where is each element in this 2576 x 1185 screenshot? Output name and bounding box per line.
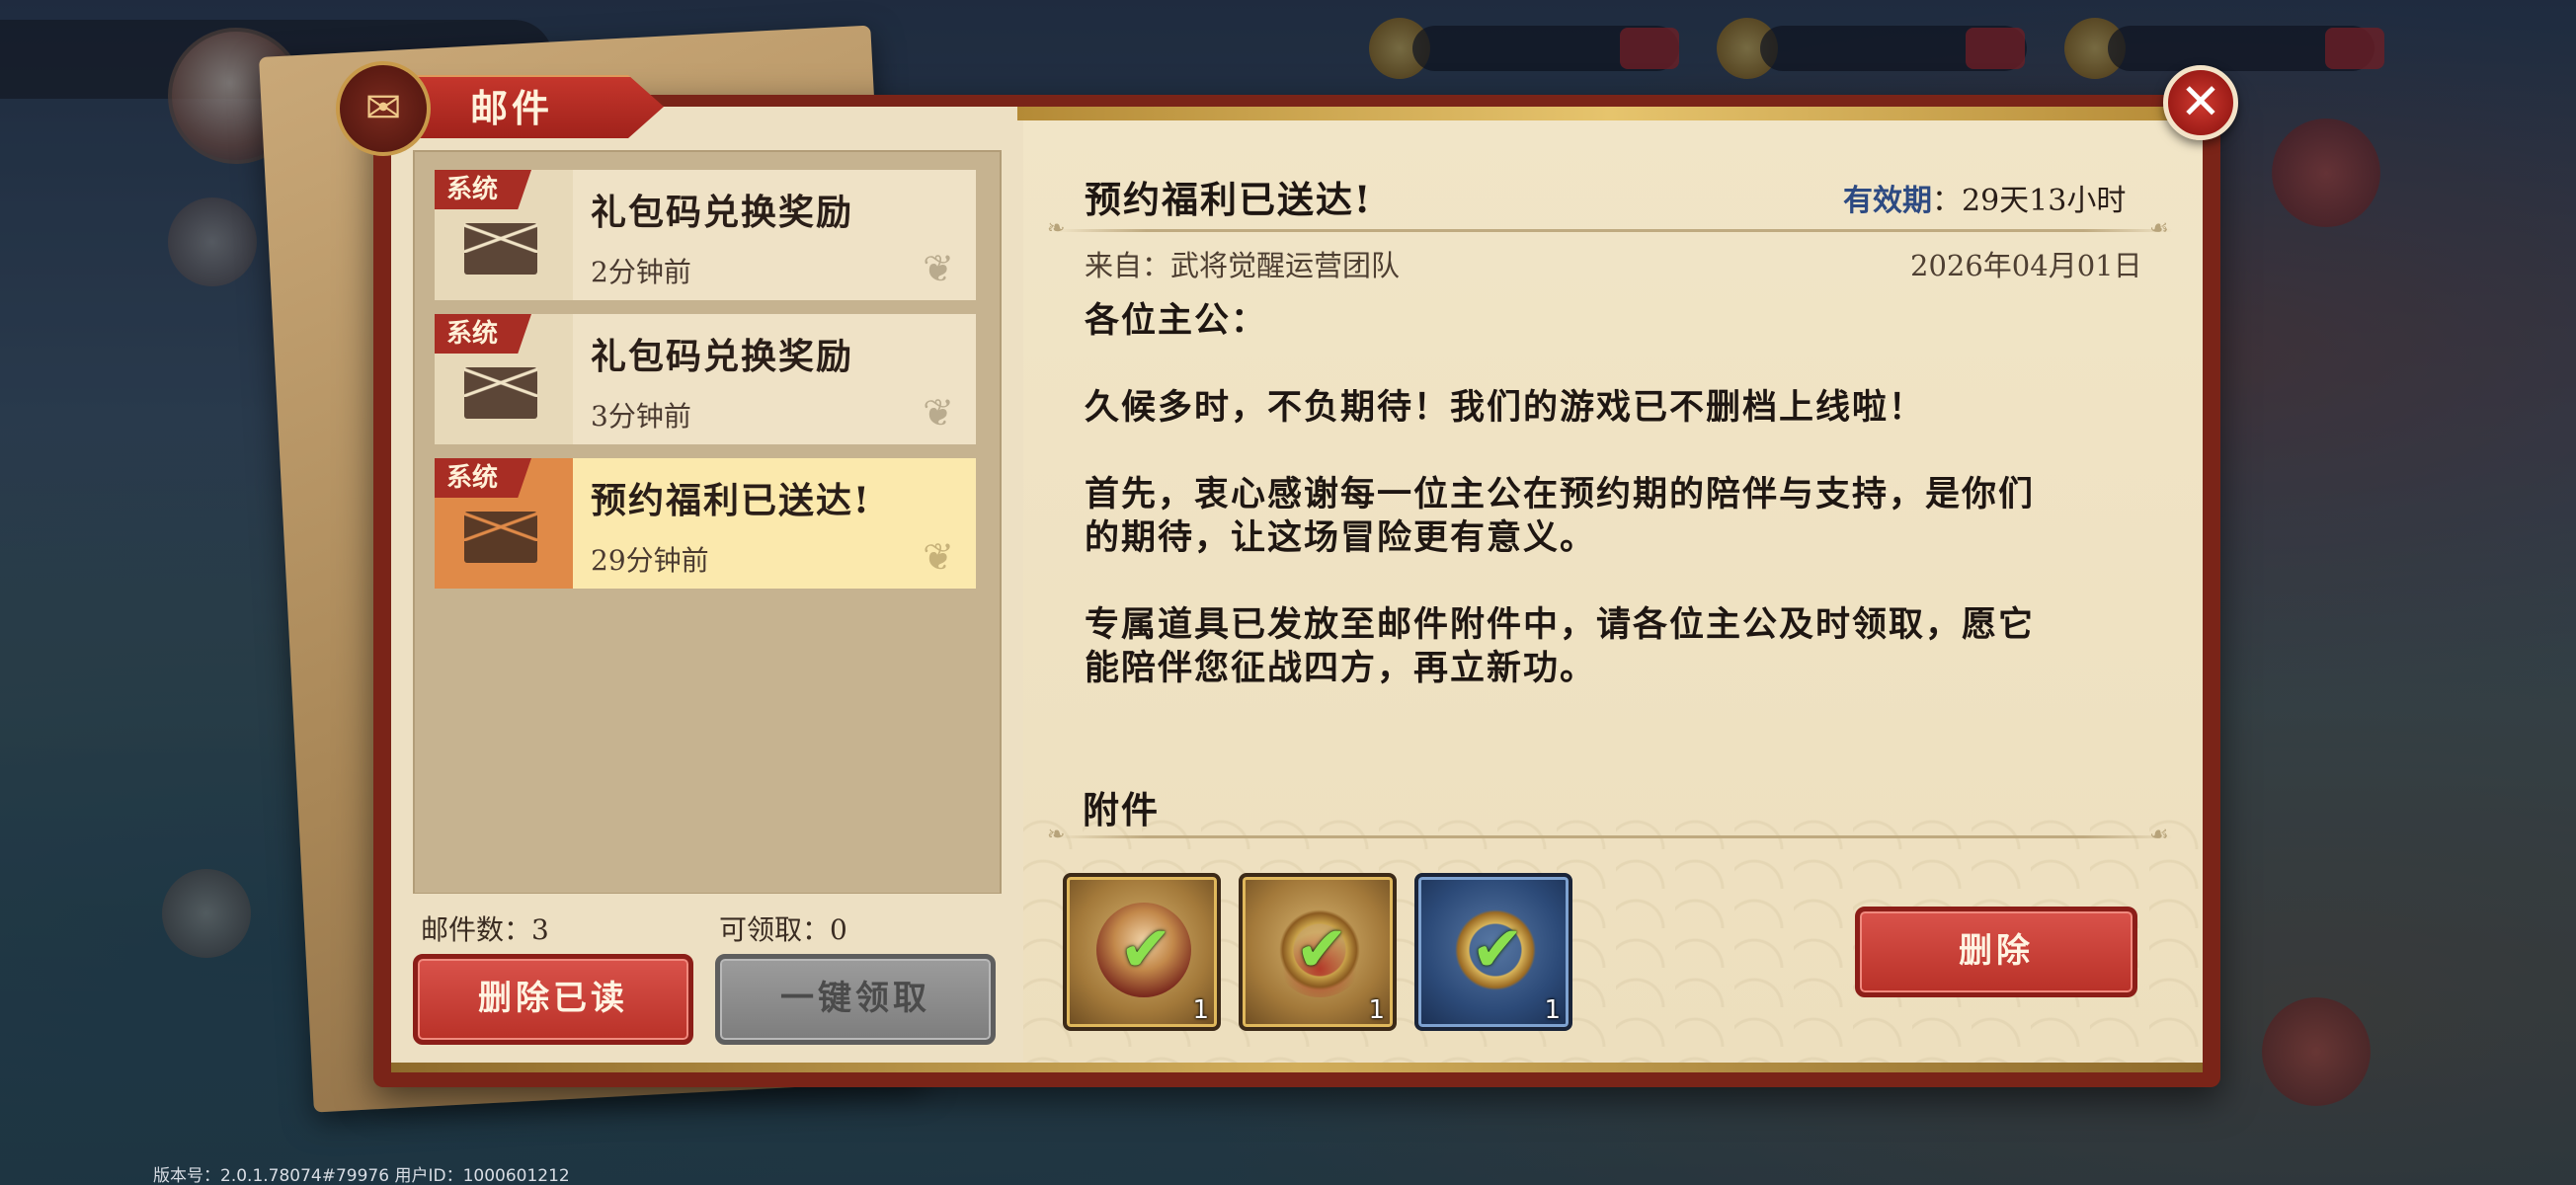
- divider-ornament-icon: ☙: [2149, 823, 2169, 847]
- validity-label: 有效期: [1843, 184, 1932, 218]
- delete-read-button[interactable]: 删除已读: [413, 954, 693, 1045]
- system-tag: 系统: [435, 170, 531, 209]
- divider-ornament-icon: ☙: [2149, 216, 2169, 241]
- claim-all-button[interactable]: 一键领取: [715, 954, 996, 1045]
- mail-title: 礼包码兑换奖励: [591, 336, 854, 377]
- seal-icon: ❦: [923, 247, 954, 290]
- message-subject: 预约福利已送达!: [1085, 178, 1373, 221]
- delete-button[interactable]: 删除: [1855, 907, 2137, 997]
- mail-count: 邮件数：3: [421, 913, 549, 946]
- scroll-icon: ✉: [364, 83, 402, 133]
- mail-list-item[interactable]: 系统 礼包码兑换奖励 3分钟前 ❦: [435, 314, 976, 444]
- mail-icon-area: 系统: [435, 170, 573, 300]
- attachment-slot[interactable]: ✔ 1: [1239, 873, 1397, 1031]
- envelope-icon: [464, 512, 537, 563]
- dialog-top-rail: [1017, 107, 2203, 120]
- envelope-icon: [464, 223, 537, 275]
- validity-period: 有效期：29天13小时: [1843, 176, 2126, 219]
- item-count: 1: [1368, 995, 1385, 1025]
- system-tag: 系统: [435, 458, 531, 498]
- validity-value: ：29天13小时: [1932, 184, 2127, 218]
- system-tag: 系统: [435, 314, 531, 354]
- dialog-bottom-rail: [391, 1063, 2203, 1072]
- mail-title: 礼包码兑换奖励: [591, 192, 854, 233]
- divider-ornament-icon: ❧: [1047, 216, 1066, 241]
- attachment-heading: 附件: [1083, 788, 1160, 831]
- mail-icon-area: 系统: [435, 458, 573, 589]
- mail-time: 2分钟前: [591, 256, 691, 288]
- attachment-slot[interactable]: ✔ 1: [1414, 873, 1572, 1031]
- item-count: 1: [1544, 995, 1561, 1025]
- close-button[interactable]: ✕: [2163, 65, 2238, 140]
- claimed-check-icon: ✔: [1119, 913, 1172, 987]
- message-greeting: 各位主公：: [1085, 300, 1268, 341]
- seal-icon: ❦: [923, 391, 954, 434]
- mail-title: 预约福利已送达!: [591, 480, 871, 521]
- envelope-icon: [464, 367, 537, 419]
- dialog-title: 邮件: [470, 86, 554, 130]
- mail-list-item[interactable]: 系统 礼包码兑换奖励 2分钟前 ❦: [435, 170, 976, 300]
- claimable-count: 可领取：0: [719, 913, 847, 946]
- message-sender: 来自：武将觉醒运营团队: [1085, 249, 1401, 282]
- attachment-slot[interactable]: ✔ 1: [1063, 873, 1221, 1031]
- mail-time: 3分钟前: [591, 400, 691, 433]
- claimed-check-icon: ✔: [1295, 913, 1348, 987]
- message-date: 2026年04月01日: [1910, 249, 2142, 282]
- divider-ornament-icon: ❧: [1047, 823, 1066, 847]
- attachment-divider: [1057, 835, 2173, 838]
- version-label: 版本号：2.0.1.78074#79976 用户ID：1000601212: [153, 1166, 570, 1185]
- claimed-check-icon: ✔: [1471, 913, 1524, 987]
- mail-icon-area: 系统: [435, 314, 573, 444]
- message-body-line: 久候多时，不负期待！我们的游戏已不删档上线啦！: [1085, 387, 1926, 428]
- mail-list-item-selected[interactable]: 系统 预约福利已送达! 29分钟前 ❦: [435, 458, 976, 589]
- subject-divider: [1057, 229, 2173, 232]
- mail-time: 29分钟前: [591, 544, 709, 577]
- message-body-line: 能陪伴您征战四方，再立新功。: [1085, 648, 1597, 688]
- item-count: 1: [1192, 995, 1209, 1025]
- seal-icon: ❦: [923, 535, 954, 579]
- message-body-line: 的期待，让这场冒险更有意义。: [1085, 517, 1597, 558]
